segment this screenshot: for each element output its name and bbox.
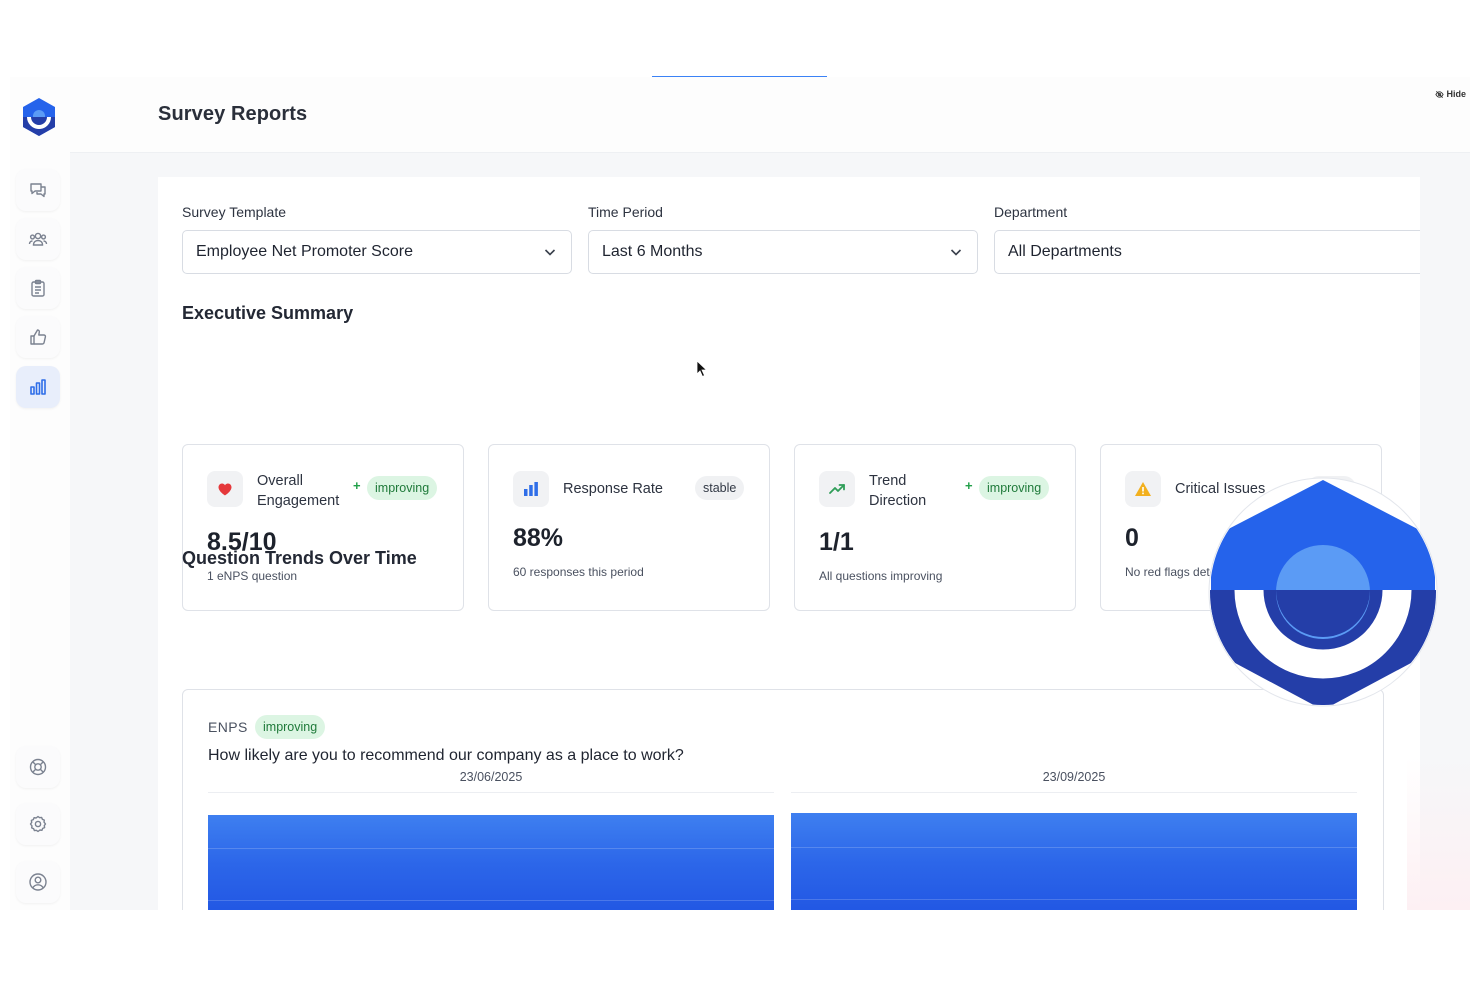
card-label: Response Rate <box>563 481 663 497</box>
time-period-label: Time Period <box>588 204 663 220</box>
executive-summary-title: Executive Summary <box>182 303 354 323</box>
trend-plus-icon: + <box>353 478 361 493</box>
corner-glow <box>1407 757 1470 910</box>
card-label: Overall Engagement <box>257 471 339 511</box>
lifebuoy-icon <box>29 758 47 776</box>
sidebar-item-teams[interactable] <box>16 218 60 260</box>
bar-gridline <box>791 898 1357 900</box>
sidebar-item-feedback[interactable] <box>16 169 60 211</box>
chevron-down-icon <box>544 249 556 256</box>
eye-off-icon <box>1435 90 1445 98</box>
trend-bar[interactable] <box>791 812 1357 910</box>
summary-card-engagement[interactable]: Overall Engagement + improving 8.5/10 1 … <box>182 444 464 611</box>
column-date-label: 23/09/2025 <box>1042 770 1106 784</box>
card-icon-box <box>207 471 243 507</box>
question-trend-panel: ENPS improving How likely are you to rec… <box>182 689 1384 910</box>
trend-plus-icon: + <box>965 478 973 493</box>
sidebar <box>10 77 70 910</box>
card-label-line: Direction <box>869 493 927 509</box>
bar-gridline <box>208 900 774 901</box>
card-label: Trend Direction <box>869 471 926 511</box>
card-label-line: Engagement <box>257 493 340 509</box>
column-date-label: 23/06/2025 <box>459 770 523 784</box>
user-circle-icon <box>29 873 47 891</box>
sidebar-item-reports[interactable] <box>16 366 60 408</box>
card-label-line: Overall <box>257 473 303 489</box>
bar-gridline <box>208 848 774 849</box>
status-badge: improving <box>367 476 438 500</box>
card-value: 0 <box>1125 524 1139 552</box>
page-header: Survey Reports Hide <box>70 77 1470 153</box>
sidebar-item-recognition[interactable] <box>16 316 60 358</box>
bar-chart-icon <box>524 482 538 496</box>
column-divider <box>791 792 1357 793</box>
card-subtext: 1 eNPS question <box>207 569 298 583</box>
card-icon-box <box>819 471 855 507</box>
sidebar-item-help[interactable] <box>16 746 60 788</box>
people-icon <box>28 232 48 246</box>
large-logo-overlay-icon <box>1208 477 1438 707</box>
question-trend-chart: 23/06/20258.42/1031 responses23/09/20258… <box>183 690 1385 910</box>
sidebar-item-settings[interactable] <box>16 803 60 845</box>
page-title: Survey Reports <box>158 103 308 125</box>
trend-bar[interactable] <box>208 815 774 910</box>
card-value: 1/1 <box>819 528 854 556</box>
summary-card-trend-direction[interactable]: Trend Direction + improving 1/1 All ques… <box>794 444 1076 611</box>
column-divider <box>208 792 774 793</box>
heart-icon <box>218 483 232 496</box>
survey-template-select[interactable]: Employee Net Promoter Score <box>182 230 572 274</box>
sidebar-item-profile[interactable] <box>16 861 60 903</box>
summary-card-response-rate[interactable]: Response Rate stable 88% 60 responses th… <box>488 444 770 611</box>
card-subtext: All questions improving <box>819 569 943 583</box>
chevron-down-icon <box>950 249 962 256</box>
department-select[interactable]: All Departments <box>994 230 1420 274</box>
status-badge: stable <box>695 476 745 500</box>
survey-template-value: Employee Net Promoter Score <box>196 243 413 260</box>
thumbs-up-icon <box>30 329 47 345</box>
time-period-value: Last 6 Months <box>602 243 703 260</box>
card-value: 88% <box>513 524 564 552</box>
bar-chart-icon <box>30 379 46 395</box>
survey-template-label: Survey Template <box>182 204 287 220</box>
card-subtext: 60 responses this period <box>513 565 644 579</box>
gear-icon <box>29 815 47 833</box>
warning-icon <box>1135 482 1151 496</box>
department-value: All Departments <box>1008 243 1122 260</box>
time-period-select[interactable]: Last 6 Months <box>588 230 978 274</box>
bar-gridline <box>791 846 1357 848</box>
chat-bubbles-icon <box>30 183 46 198</box>
card-label-line: Trend <box>869 473 907 489</box>
hide-label: Hide <box>1446 89 1466 99</box>
question-trends-title: Question Trends Over Time <box>182 548 417 568</box>
hide-button[interactable]: Hide <box>1435 89 1466 99</box>
card-icon-box <box>513 471 549 507</box>
sidebar-item-surveys[interactable] <box>16 267 60 309</box>
clipboard-icon <box>31 279 45 297</box>
trend-up-icon <box>829 484 845 494</box>
app-logo-icon[interactable] <box>20 97 58 137</box>
status-badge: improving <box>979 476 1050 500</box>
department-label: Department <box>994 204 1068 220</box>
mouse-cursor-icon <box>696 360 708 378</box>
card-icon-box <box>1125 471 1161 507</box>
